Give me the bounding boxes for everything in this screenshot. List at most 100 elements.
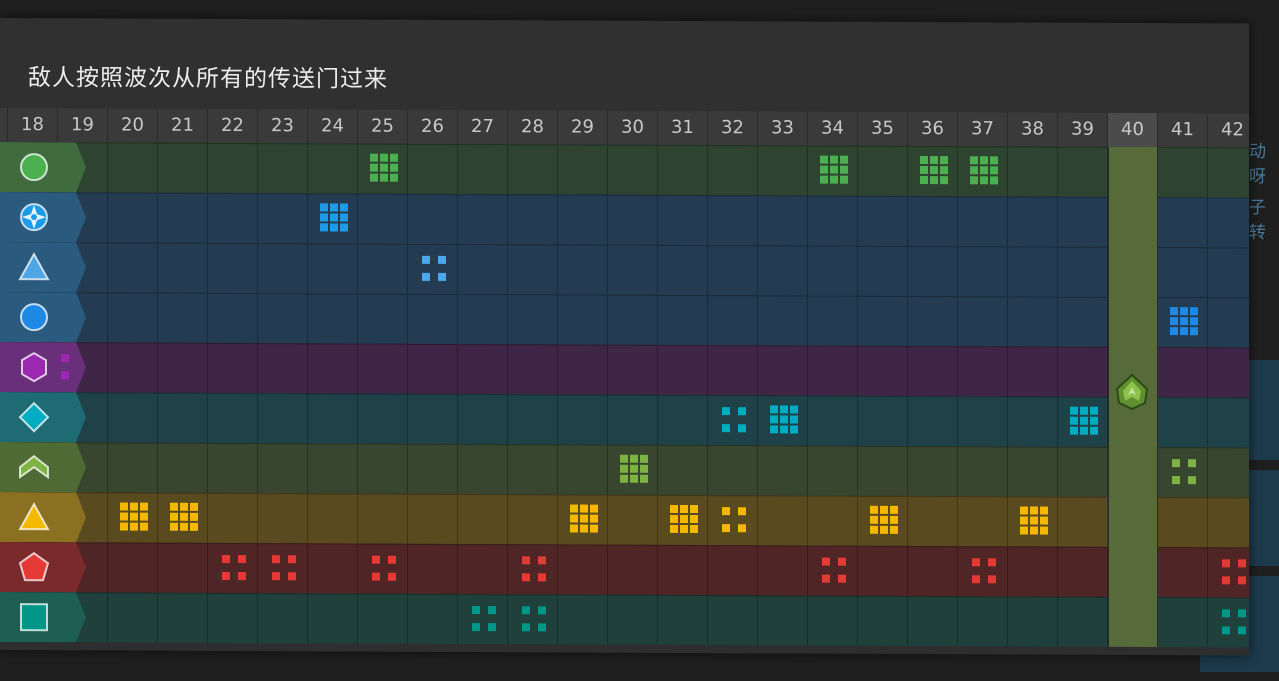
- green-arrow-enemy-icon: [1115, 373, 1149, 411]
- enemy-unit-dot: [870, 505, 878, 514]
- circle-icon: [17, 150, 51, 184]
- wave-cell: [407, 543, 457, 594]
- enemy-unit-dot: [238, 555, 246, 564]
- wave-cell: [1057, 446, 1107, 497]
- wave-cell: [457, 243, 507, 295]
- wave-cell: [857, 545, 907, 596]
- wave-cell: [657, 194, 707, 246]
- wave-cell: [907, 395, 957, 447]
- enemy-unit-dot: [1238, 559, 1246, 568]
- wave-cell: [1207, 197, 1249, 248]
- wave-cell: [457, 193, 507, 245]
- wave-cell: [307, 243, 357, 294]
- enemy-unit-dot: [238, 572, 246, 581]
- wave-cell: [307, 443, 357, 494]
- wave-cell: [1057, 546, 1107, 597]
- wave-cell: [907, 345, 957, 397]
- wave-cell: [557, 544, 607, 595]
- wave-cell: [407, 343, 457, 394]
- enemy-unit-dot: [880, 505, 888, 514]
- wave-timeline-panel: 敌人按照波次从所有的传送门过来 18 19 20 21 22 23 24 25 26 27 28 29…: [0, 18, 1249, 656]
- enemy-unit-dot: [680, 524, 688, 534]
- enemy-unit-dot: [1170, 307, 1178, 316]
- wave-cell: [307, 543, 357, 594]
- wave-cell: [1157, 347, 1207, 398]
- enemy-unit-dot: [422, 272, 430, 281]
- wave-cell: [957, 346, 1007, 397]
- enemy-unit-dot: [640, 454, 648, 463]
- enemy-unit-dot: [222, 571, 230, 581]
- wave-cell: [507, 594, 557, 645]
- enemy-unit-dot: [980, 176, 988, 185]
- enemy-unit-dot: [1222, 559, 1230, 568]
- wave-cell: [1007, 196, 1057, 247]
- wave-cell: [707, 345, 757, 396]
- wave-cell: [457, 293, 507, 345]
- wave-cell: [657, 544, 707, 596]
- wave-cell: [957, 296, 1007, 347]
- wave-number-label: 31: [657, 110, 707, 146]
- wave-cell: [707, 245, 757, 296]
- wave-number-label: 32: [707, 111, 757, 146]
- enemy-unit-dot: [1030, 506, 1038, 515]
- enemy-unit-dot: [340, 223, 348, 232]
- wave-cell: [357, 443, 407, 494]
- wave-cell: [207, 392, 257, 444]
- wave-cell: [657, 394, 707, 446]
- portal-yellow-triangle: [0, 492, 86, 542]
- wave-cell: [457, 393, 507, 445]
- wave-cell: [707, 595, 757, 646]
- wave-number-label: 21: [157, 108, 207, 143]
- wave-cell: [1007, 546, 1057, 597]
- wave-cell: [657, 444, 707, 496]
- wave-cell: [257, 243, 307, 294]
- enemy-unit-dot: [870, 515, 878, 524]
- wave-cell: [1057, 246, 1107, 297]
- enemy-unit-dot: [940, 176, 948, 185]
- enemy-unit-dot: [120, 502, 128, 511]
- wave-cell: [607, 294, 657, 345]
- enemy-unit-dot: [222, 554, 230, 564]
- enemy-unit-dot: [640, 474, 648, 483]
- enemy-unit-dot: [170, 512, 178, 521]
- wave-cell: [307, 593, 357, 644]
- enemy-unit-dot: [890, 505, 898, 514]
- wave-cell: [307, 143, 357, 194]
- enemy-unit-dot: [140, 512, 148, 521]
- wave-cell: [957, 446, 1007, 497]
- wave-cell: [207, 192, 257, 244]
- wave-cell: [607, 494, 657, 545]
- wave-cell: [457, 443, 507, 495]
- wave-cell: [407, 143, 457, 194]
- enemy-unit-dot: [1180, 317, 1188, 326]
- enemy-unit-dot: [1080, 406, 1088, 415]
- wave-cell: [1157, 197, 1207, 248]
- wave-number-label: 39: [1057, 112, 1107, 147]
- wave-number-label: 38: [1007, 112, 1057, 147]
- enemy-unit-dot: [438, 272, 446, 281]
- wave-number-label: 40: [1107, 112, 1157, 148]
- enemy-unit-dot: [630, 454, 638, 463]
- enemy-unit-dot: [488, 606, 496, 615]
- portal-green-circle: [0, 142, 86, 192]
- wave-cell: [857, 395, 907, 446]
- wave-cell: [707, 495, 757, 546]
- enemy-unit-dot: [522, 573, 530, 582]
- enemy-unit-dot: [770, 415, 778, 424]
- wave-cell: [107, 592, 157, 643]
- wave-cell: [507, 444, 557, 495]
- enemy-unit-dot: [822, 574, 830, 583]
- enemy-row-lime-chevron: [0, 442, 1249, 498]
- wave-cell: [507, 294, 557, 345]
- enemy-unit-dot: [738, 407, 746, 416]
- wave-cell: [457, 593, 507, 645]
- enemy-unit-dot: [570, 514, 578, 523]
- enemy-unit-dot: [438, 255, 446, 264]
- wave-number-label: 33: [757, 111, 807, 146]
- enemy-unit-dot: [61, 354, 69, 363]
- wave-cell: [107, 392, 157, 443]
- wave-cell: [1007, 396, 1057, 447]
- wave-number-label: 34: [807, 111, 857, 146]
- enemy-unit-dot: [620, 464, 628, 473]
- enemy-unit-dot: [320, 213, 328, 222]
